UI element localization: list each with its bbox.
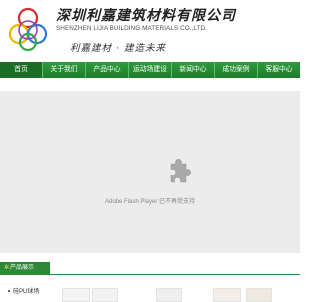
company-name-en: SHENZHEN LIJIA BUILDING MATERIALS CO.,LT… (56, 25, 208, 32)
products-title: 产品展示 (10, 265, 35, 271)
nav-news[interactable]: 新闻中心 (172, 62, 215, 78)
nav-sports-venues[interactable]: 运动场建设 (129, 62, 172, 78)
plugin-message: Adobe Flash Player 已不再受支持 (104, 199, 196, 205)
products-tab[interactable]: ✲产品展示 (0, 262, 50, 274)
banner-area: Adobe Flash Player 已不再受支持 (0, 78, 300, 258)
company-slogan: 利嘉建材 · 建造未来 (70, 43, 167, 54)
nav-about[interactable]: 关于我们 (43, 62, 86, 78)
nav-home[interactable]: 首页 (0, 62, 43, 78)
nav-cases[interactable]: 成功案例 (215, 62, 258, 78)
main-nav: 首页 关于我们 产品中心 运动场建设 新闻中心 成功案例 客服中心 (0, 62, 300, 78)
company-name-cn: 深圳利嘉建筑材料有限公司 (56, 8, 236, 24)
flash-plugin-placeholder[interactable]: Adobe Flash Player 已不再受支持 (0, 91, 300, 253)
nav-products[interactable]: 产品中心 (86, 62, 129, 78)
star-icon: ✲ (4, 265, 10, 271)
products-section-header: ✲产品展示 (0, 262, 300, 275)
nav-service[interactable]: 客服中心 (258, 62, 300, 78)
category-label: 硅PU球场 (13, 289, 40, 295)
site-header: 深圳利嘉建筑材料有限公司 SHENZHEN LIJIA BUILDING MAT… (0, 0, 300, 62)
product-category[interactable]: 硅PU球场 (8, 286, 39, 295)
bullet-icon (8, 290, 10, 293)
company-logo[interactable] (6, 4, 50, 54)
puzzle-piece-icon (170, 159, 191, 183)
